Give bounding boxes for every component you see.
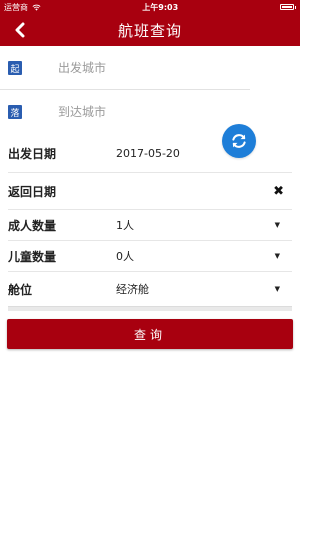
battery-icon (279, 4, 296, 10)
adult-count-row[interactable]: 成人数量 1人 ▼ (8, 210, 292, 241)
to-city-row: 落 (0, 90, 300, 134)
close-icon[interactable]: ✖ (273, 184, 284, 199)
from-city-row: 起 (0, 46, 300, 90)
status-bar: 运营商 上午9:03 (0, 0, 300, 14)
nav-bar: 航班查询 (0, 14, 300, 46)
section-divider (8, 306, 292, 311)
cabin-class-value: 经济舱 (116, 283, 149, 296)
search-button[interactable]: 查询 (7, 319, 293, 349)
from-tag: 起 (8, 61, 22, 75)
depart-date-value: 2017-05-20 (116, 146, 180, 160)
return-date-label: 返回日期 (8, 184, 57, 199)
adult-count-label: 成人数量 (8, 218, 57, 233)
caret-down-icon: ▼ (274, 285, 280, 293)
from-city-input[interactable] (56, 60, 210, 76)
city-selector: 起 落 (0, 46, 300, 158)
return-date-row[interactable]: 返回日期 ✖ (8, 173, 292, 210)
child-count-value: 0人 (116, 250, 134, 263)
adult-count-value: 1人 (116, 219, 134, 232)
depart-date-label: 出发日期 (8, 146, 57, 161)
child-count-label: 儿童数量 (8, 249, 57, 264)
to-city-input[interactable] (56, 104, 210, 120)
chevron-left-icon (15, 22, 25, 38)
status-bar-left: 运营商 (4, 2, 41, 13)
back-button[interactable] (10, 20, 30, 40)
caret-down-icon: ▼ (274, 221, 280, 229)
wifi-icon (32, 4, 41, 11)
to-tag: 落 (8, 105, 22, 119)
status-time: 上午9:03 (142, 2, 179, 12)
child-count-row[interactable]: 儿童数量 0人 ▼ (8, 241, 292, 272)
page-title: 航班查询 (117, 21, 182, 40)
carrier-label: 运营商 (4, 2, 28, 12)
cabin-class-row[interactable]: 舱位 经济舱 ▼ (8, 272, 292, 306)
caret-down-icon: ▼ (274, 252, 280, 260)
cabin-class-label: 舱位 (8, 282, 33, 297)
depart-date-row[interactable]: 出发日期 2017-05-20 (8, 134, 292, 173)
